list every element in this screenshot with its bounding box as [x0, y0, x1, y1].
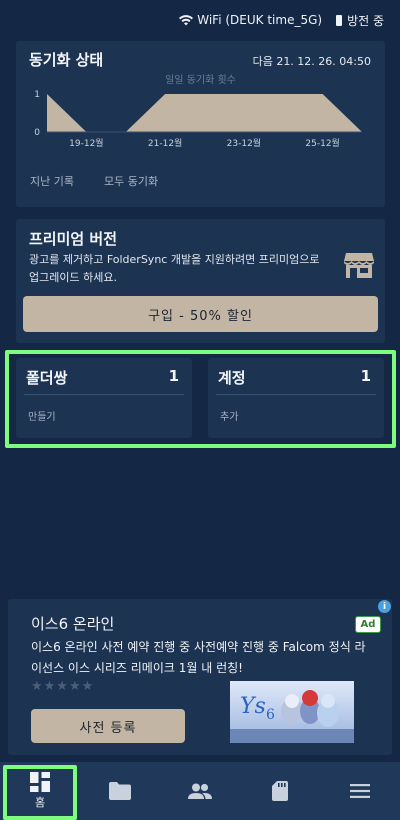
accounts-icon — [188, 783, 212, 799]
home-highlight-frame — [3, 765, 77, 820]
folder-pairs-card[interactable]: 폴더쌍 1 만들기 — [16, 358, 192, 438]
svg-text:6: 6 — [266, 707, 275, 723]
folder-icon — [109, 782, 131, 800]
nav-sd-card[interactable] — [240, 762, 320, 820]
nav-accounts[interactable] — [160, 762, 240, 820]
nav-folders[interactable] — [80, 762, 160, 820]
sd-card-icon — [272, 781, 288, 801]
x-tick-label: 19-12월 — [69, 137, 103, 149]
svg-text:Ys: Ys — [240, 694, 266, 719]
sync-all-link[interactable]: 모두 동기화 — [104, 173, 158, 189]
premium-card: 프리미엄 버전 광고를 제거하고 FolderSync 개발을 지원하려면 프리… — [16, 219, 385, 343]
ad-image[interactable]: Ys 6 — [230, 681, 354, 743]
battery-text: 방전 중 — [347, 13, 384, 28]
sync-status-card: 동기화 상태 다음 21. 12. 26. 04:50 일일 동기화 횟수 01… — [16, 41, 385, 207]
x-tick-label: 25-12월 — [305, 137, 339, 149]
next-sync-time: 다음 21. 12. 26. 04:50 — [252, 55, 371, 68]
sync-count-area — [47, 94, 362, 132]
premium-title: 프리미엄 버전 — [29, 230, 118, 248]
wifi-icon — [179, 14, 194, 25]
sync-actions: 지난 기록 모두 동기화 — [30, 173, 158, 189]
ad-title[interactable]: 이스6 온라인 — [31, 613, 114, 634]
menu-icon — [350, 784, 370, 798]
accounts-count: 1 — [360, 367, 371, 385]
history-link[interactable]: 지난 기록 — [30, 173, 74, 189]
ad-card[interactable]: i Ad 이스6 온라인 이스6 온라인 사전 예약 진행 중 사전예약 진행 … — [8, 599, 392, 755]
x-tick-label: 23-12월 — [227, 137, 261, 149]
wifi-text: WiFi (DEUK time_5G) — [197, 13, 323, 27]
store-icon — [344, 253, 374, 278]
divider — [24, 394, 184, 395]
add-account-link[interactable]: 추가 — [220, 408, 238, 423]
y-tick-label: 0 — [34, 128, 40, 138]
accounts-title: 계정 — [218, 369, 246, 387]
y-tick-label: 1 — [34, 90, 40, 100]
status-bar: WiFi (DEUK time_5G) 방전 중 — [0, 0, 400, 40]
divider — [216, 394, 376, 395]
wifi-status: WiFi (DEUK time_5G) — [179, 13, 322, 27]
buy-premium-button[interactable]: 구입 - 50% 할인 — [23, 296, 378, 332]
create-folder-pair-link[interactable]: 만들기 — [28, 408, 56, 423]
ad-description: 이스6 온라인 사전 예약 진행 중 사전예약 진행 중 Falcom 정식 라… — [31, 640, 366, 675]
battery-status: 방전 중 — [336, 12, 384, 29]
x-tick-label: 21-12월 — [148, 137, 182, 149]
accounts-card[interactable]: 계정 1 추가 — [208, 358, 384, 438]
sync-status-title: 동기화 상태 — [29, 51, 104, 69]
pre-register-button[interactable]: 사전 등록 — [31, 709, 185, 743]
nav-menu[interactable] — [320, 762, 400, 820]
premium-description: 광고를 제거하고 FolderSync 개발을 지원하려면 프리미엄으로 업그레… — [29, 253, 320, 284]
ad-badge: Ad — [355, 616, 381, 633]
info-icon[interactable]: i — [378, 600, 391, 613]
battery-icon — [336, 14, 343, 26]
daily-sync-chart: 0 1 19-12월 21-12월 23-12월 25-12월 — [34, 90, 362, 149]
folder-pairs-count: 1 — [168, 367, 179, 385]
star-rating: ★★★★★ — [31, 679, 95, 694]
folder-pairs-title: 폴더쌍 — [26, 369, 68, 387]
